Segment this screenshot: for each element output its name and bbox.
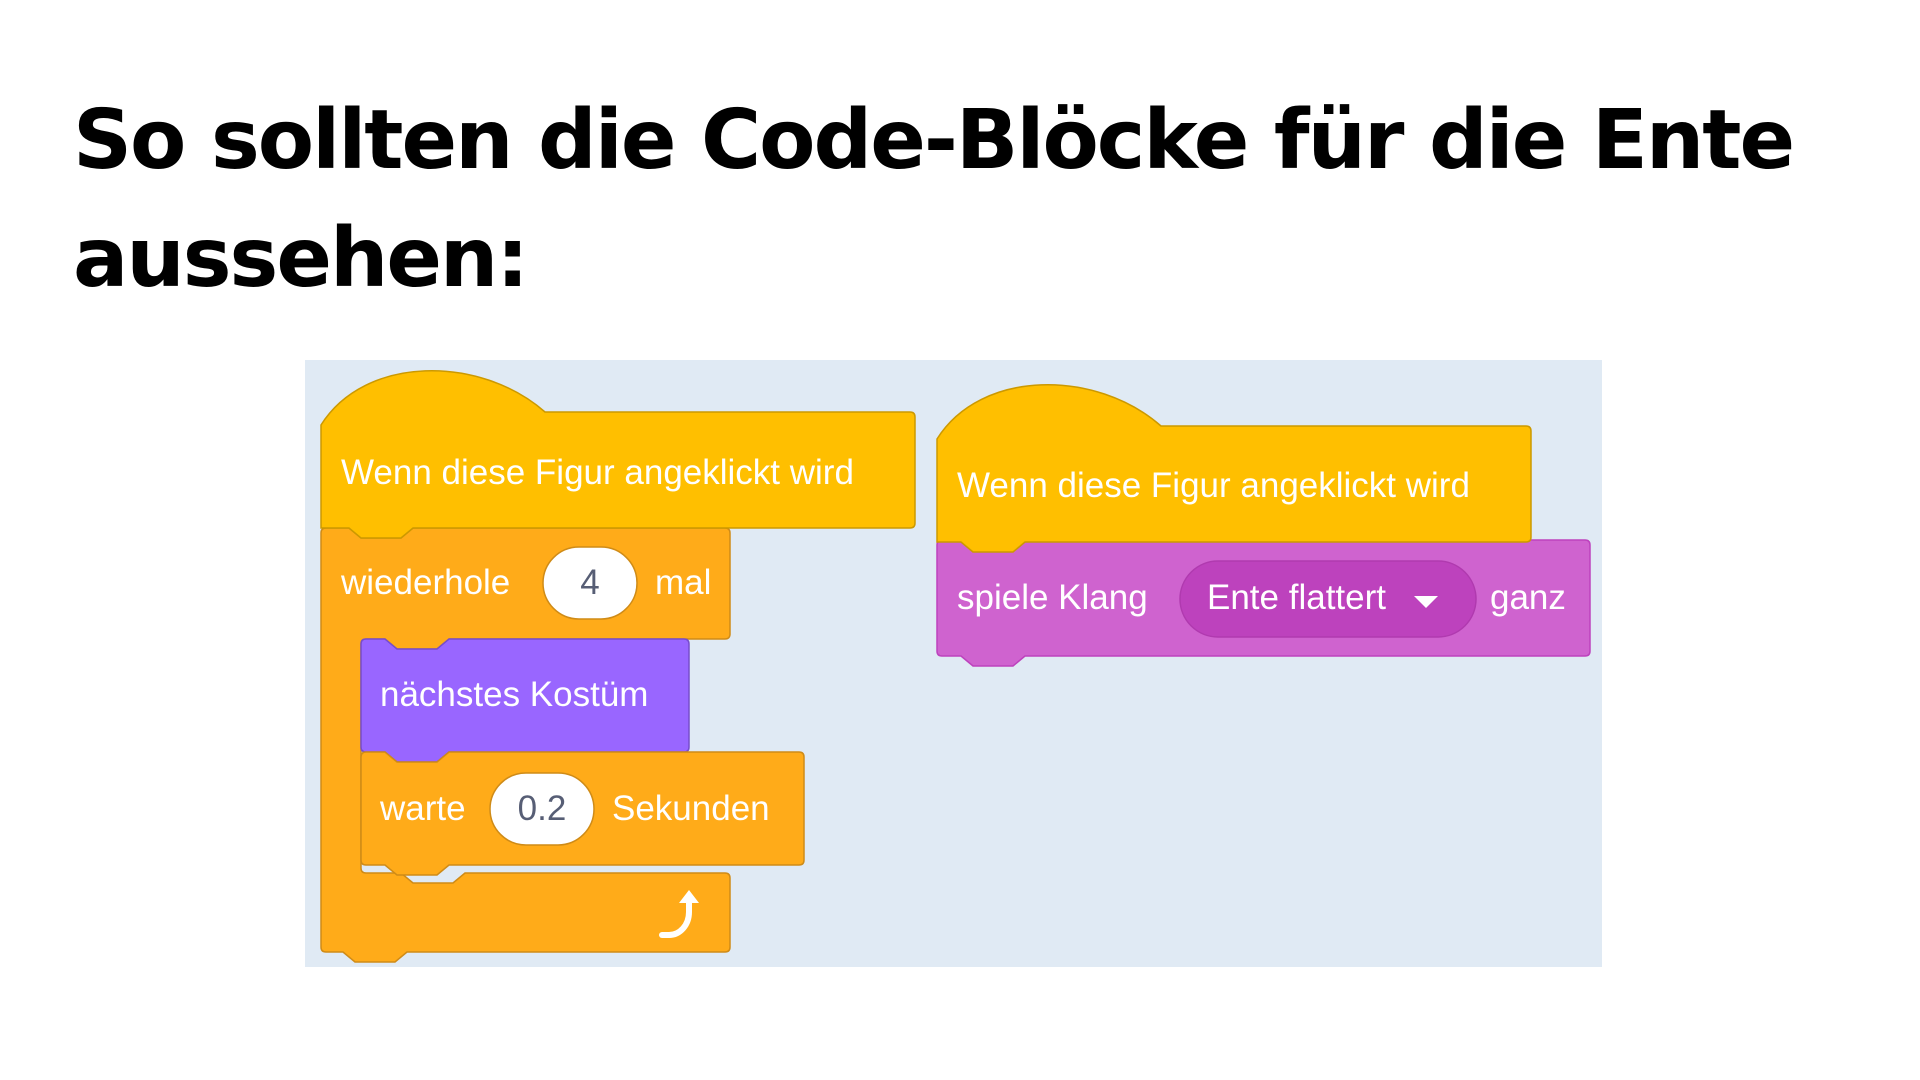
play-sound-label: spiele Klang <box>957 578 1148 617</box>
wait-seconds-label: Sekunden <box>612 789 770 828</box>
repeat-times-label: mal <box>655 563 712 602</box>
wait-seconds-value: 0.2 <box>517 789 567 828</box>
workspace-canvas <box>305 360 1602 967</box>
code-workspace: Wenn diese Figur angeklickt wird wiederh… <box>305 360 1602 967</box>
hat-block-label: Wenn diese Figur angeklickt wird <box>341 453 854 492</box>
repeat-count-value: 4 <box>580 563 600 602</box>
until-done-label: ganz <box>1490 578 1566 617</box>
page-title: So sollten die Code-Blöcke für die Ente … <box>73 93 1795 306</box>
hat-block-label: Wenn diese Figur angeklickt wird <box>957 466 1470 505</box>
wait-label: warte <box>380 789 466 828</box>
next-costume-label: nächstes Kostüm <box>380 675 649 714</box>
sound-dropdown-value: Ente flattert <box>1207 578 1386 617</box>
repeat-label: wiederhole <box>341 563 511 602</box>
